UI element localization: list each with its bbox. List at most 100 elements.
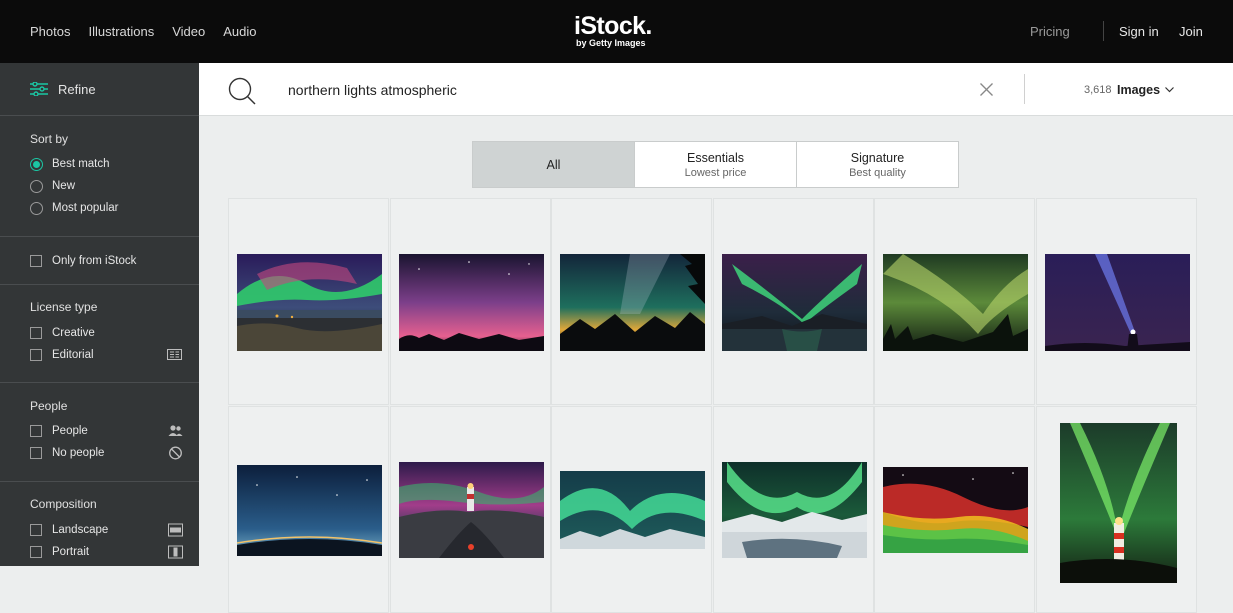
close-icon[interactable] [980, 83, 993, 96]
top-navbar: Photos Illustrations Video Audio iStock.… [0, 0, 1233, 63]
tab-signature-label: Signature [850, 150, 905, 165]
search-bar: northern lights atmospheric 3,618 Images [199, 63, 1233, 116]
landscape-icon [168, 523, 183, 537]
radio[interactable] [30, 179, 43, 193]
refine-label: Refine [58, 81, 96, 97]
istock-logo[interactable]: iStock. by Getty Images [574, 13, 652, 48]
image-card[interactable] [1036, 198, 1197, 405]
people-option[interactable]: People [30, 420, 199, 442]
composition-landscape[interactable]: Landscape [30, 519, 199, 541]
checkbox[interactable] [30, 447, 42, 459]
sort-best-match[interactable]: Best match [30, 153, 199, 175]
checkbox[interactable] [30, 524, 42, 536]
search-input[interactable]: northern lights atmospheric [288, 82, 457, 98]
aurora-thumbnail [722, 254, 867, 351]
sort-most-popular[interactable]: Most popular [30, 197, 199, 219]
tab-signature[interactable]: Signature Best quality [797, 142, 958, 187]
checkbox[interactable] [30, 546, 42, 558]
logo-main-text: iStock. [574, 12, 652, 40]
image-card[interactable] [713, 406, 874, 613]
sort-new[interactable]: New [30, 175, 199, 197]
portrait-label: Portrait [52, 546, 90, 558]
composition-portrait[interactable]: Portrait [30, 541, 199, 563]
media-type-dropdown[interactable]: Images [1117, 83, 1175, 97]
chevron-down-icon [1165, 87, 1175, 93]
nav-audio-link[interactable]: Audio [223, 24, 256, 39]
image-card[interactable] [874, 198, 1035, 405]
aurora-thumbnail [399, 254, 544, 351]
image-card[interactable] [228, 406, 389, 613]
tab-essentials-sub: Lowest price [684, 166, 747, 179]
checkbox[interactable] [30, 327, 42, 339]
milky-way-thumbnail [560, 254, 705, 351]
checkbox[interactable] [30, 255, 42, 267]
tab-signature-sub: Best quality [849, 166, 906, 179]
lighthouse-thumbnail [1060, 423, 1177, 583]
license-creative-label: Creative [52, 327, 95, 339]
flashlight-thumbnail [1045, 254, 1190, 351]
search-icon[interactable] [228, 77, 258, 105]
license-editorial-label: Editorial [52, 349, 94, 361]
image-card[interactable] [713, 198, 874, 405]
checkbox[interactable] [30, 425, 42, 437]
license-editorial[interactable]: Editorial [30, 344, 199, 366]
tab-essentials-label: Essentials [687, 150, 744, 165]
image-card[interactable] [390, 198, 551, 405]
people-section: People People No people [0, 383, 199, 482]
media-type-label: Images [1117, 83, 1161, 97]
image-card[interactable] [228, 198, 389, 405]
checkbox[interactable] [30, 349, 42, 361]
tab-essentials[interactable]: Essentials Lowest price [635, 142, 797, 187]
only-istock-label: Only from iStock [52, 255, 137, 267]
nav-video-link[interactable]: Video [172, 24, 205, 39]
lighthouse-thumbnail [399, 462, 544, 558]
sort-by-section: Sort by Best match New Most popular [0, 116, 199, 237]
image-card[interactable] [874, 406, 1035, 613]
sort-new-label: New [52, 180, 76, 192]
nav-photos-link[interactable]: Photos [30, 24, 70, 39]
sort-best-match-label: Best match [52, 158, 110, 170]
people-icon [168, 425, 183, 436]
logo-sub-text: by Getty Images [576, 38, 646, 48]
aurora-thumbnail [722, 462, 867, 558]
no-people-option[interactable]: No people [30, 442, 199, 464]
aurora-thumbnail [237, 254, 382, 351]
starry-sky-thumbnail [237, 465, 382, 556]
sign-in-link[interactable]: Sign in [1119, 24, 1159, 39]
media-nav: Photos Illustrations Video Audio [30, 24, 257, 39]
people-label: People [52, 425, 88, 437]
people-title: People [30, 399, 68, 413]
pricing-link[interactable]: Pricing [1030, 24, 1070, 39]
join-link[interactable]: Join [1179, 24, 1203, 39]
radio[interactable] [30, 201, 43, 215]
image-card[interactable] [390, 406, 551, 613]
image-card[interactable] [551, 198, 712, 405]
no-people-label: No people [52, 447, 105, 459]
portrait-icon [168, 545, 183, 559]
sort-most-popular-label: Most popular [52, 202, 119, 214]
license-creative[interactable]: Creative [30, 322, 199, 344]
tab-all-label: All [546, 157, 561, 172]
search-divider [1024, 74, 1025, 104]
sliders-icon [30, 82, 48, 96]
nav-divider [1103, 21, 1104, 41]
sort-by-title: Sort by [30, 132, 69, 146]
image-card[interactable] [551, 406, 712, 613]
license-section: License type Creative Editorial [0, 285, 199, 383]
landscape-label: Landscape [52, 524, 109, 536]
refine-button[interactable]: Refine [0, 63, 199, 116]
license-title: License type [30, 300, 98, 314]
only-istock-option[interactable]: Only from iStock [30, 250, 199, 272]
aurora-thumbnail [560, 471, 705, 549]
aurora-thumbnail [883, 254, 1028, 351]
composition-section: Composition Landscape Portrait [0, 482, 199, 572]
nav-illustrations-link[interactable]: Illustrations [88, 24, 154, 39]
prohibited-icon [169, 446, 182, 460]
radio-selected[interactable] [30, 157, 43, 171]
filter-sidebar: Refine Sort by Best match New Most popul… [0, 63, 199, 566]
image-card[interactable] [1036, 406, 1197, 613]
tab-all[interactable]: All [473, 142, 635, 187]
aurora-thumbnail [883, 467, 1028, 553]
composition-title: Composition [30, 497, 97, 511]
result-count: 3,618 [1084, 84, 1112, 96]
